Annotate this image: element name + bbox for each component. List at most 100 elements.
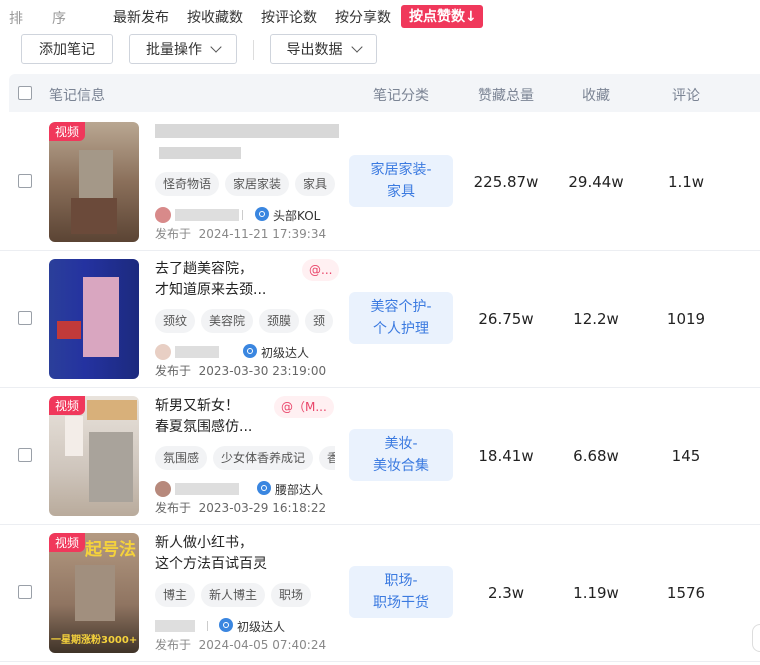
batch-operation-button[interactable]: 批量操作: [129, 34, 237, 64]
video-badge: 视频: [49, 122, 86, 141]
tag[interactable]: 职场: [271, 583, 312, 607]
author-info[interactable]: 初级达人: [155, 617, 355, 635]
note-title-line-1: 斩男又斩女！: [155, 398, 239, 414]
blurred-face: [83, 277, 119, 357]
author-separator: [242, 210, 243, 220]
tag[interactable]: 香: [319, 446, 335, 470]
author-info[interactable]: 腰部达人: [155, 480, 355, 498]
header-comments[interactable]: 评论: [672, 85, 700, 105]
category-chip: 美容个护- 个人护理: [349, 292, 453, 344]
tag[interactable]: 颈纹: [155, 309, 196, 333]
tag[interactable]: 新人博主: [201, 583, 266, 607]
note-title[interactable]: 新人做小红书， 这个方法百试百灵: [155, 533, 267, 575]
sort-label-char-1: 排: [9, 11, 23, 27]
category-line-2: 家具: [387, 184, 415, 200]
tag-list: 颈纹 美容院 颈膜颈: [155, 309, 335, 335]
blurred-title-line-1: [155, 124, 339, 138]
tag-list: 怪奇物语 家居家装 家具: [155, 172, 335, 198]
level-badge-icon: [219, 618, 233, 632]
avatar: [155, 207, 171, 223]
publish-datetime: 2024-11-21 17:39:34: [198, 227, 327, 241]
note-title-line-2: 春夏氛围感仿...: [155, 419, 253, 435]
category-chip: 家居家装- 家具: [349, 155, 453, 207]
tag[interactable]: 家居家装: [225, 172, 290, 196]
category-line-1: 美妆-: [384, 436, 418, 452]
export-data-button[interactable]: 导出数据: [270, 34, 377, 64]
tag[interactable]: 美容院: [201, 309, 254, 333]
note-title[interactable]: 去了趟美容院， 才知道原来去颈...: [155, 259, 266, 301]
tag-list: 氛围感 少女体香养成记香: [155, 446, 335, 472]
comments-count: 1576: [666, 584, 706, 602]
header-collects[interactable]: 收藏: [582, 85, 610, 105]
blurred-author-name: [175, 346, 219, 358]
header-total-likes-collects[interactable]: 赞藏总量: [478, 85, 534, 105]
tag[interactable]: 颈: [305, 309, 334, 333]
tag[interactable]: 怪奇物语: [155, 172, 220, 196]
mention-tag[interactable]: @（M...: [274, 396, 334, 418]
table-row[interactable]: 起号法 一星期涨粉3000+ 视频 新人做小红书， 这个方法百试百灵 博主 新人博主…: [0, 524, 760, 662]
note-thumbnail[interactable]: 起号法 一星期涨粉3000+ 视频: [49, 533, 139, 653]
sort-tab-collects[interactable]: 按收藏数: [187, 7, 243, 27]
collects-count: 12.2w: [573, 310, 619, 328]
chevron-down-icon: [210, 40, 222, 53]
publish-datetime: 2023-03-30 23:19:00: [198, 364, 327, 378]
table-header: 笔记信息 笔记分类 赞藏总量 收藏 评论: [9, 74, 760, 112]
sort-label-char-2: 序: [52, 11, 66, 27]
category-line-1: 美容个护-: [370, 299, 432, 315]
row-checkbox[interactable]: [18, 174, 32, 188]
select-all-checkbox[interactable]: [18, 86, 32, 100]
tag[interactable]: 颈膜: [259, 309, 300, 333]
sort-desc-arrow-icon: ↓: [465, 9, 477, 25]
publish-label: 发布于: [155, 501, 192, 515]
chevron-down-icon: [350, 40, 363, 53]
publish-label: 发布于: [155, 638, 192, 652]
header-note-info: 笔记信息: [49, 88, 105, 104]
add-note-button[interactable]: 添加笔记: [21, 34, 113, 64]
collects-count: 29.44w: [568, 173, 624, 191]
tag[interactable]: 博主: [155, 583, 196, 607]
row-checkbox[interactable]: [18, 311, 32, 325]
level-badge-icon: [243, 344, 257, 358]
thumbnail-overlay-text: [87, 400, 137, 420]
table-row[interactable]: 视频 怪奇物语 家居家装 家具 头部KOL 发布于 2024-11-21 17:39…: [0, 113, 760, 251]
sort-tab-likes-active[interactable]: 按点赞数↓: [401, 5, 483, 28]
sort-tab-latest[interactable]: 最新发布: [113, 7, 169, 27]
author-info[interactable]: 初级达人: [155, 343, 355, 361]
header-category[interactable]: 笔记分类: [373, 85, 429, 105]
row-checkbox[interactable]: [18, 448, 32, 462]
add-note-label: 添加笔记: [39, 42, 95, 58]
video-badge: 视频: [49, 533, 86, 552]
mention-tag[interactable]: @...: [302, 259, 340, 281]
note-thumbnail[interactable]: 视频: [49, 122, 139, 242]
category-line-2: 职场干货: [373, 595, 429, 611]
total-likes-collects: 18.41w: [478, 447, 534, 465]
comments-count: 145: [671, 447, 701, 465]
tag[interactable]: 氛围感: [155, 446, 208, 470]
tag[interactable]: 少女体香养成记: [213, 446, 314, 470]
blurred-author-name: [155, 620, 195, 632]
note-title-line-2: 这个方法百试百灵: [155, 556, 267, 572]
scroll-handle[interactable]: [752, 624, 760, 652]
thumbnail-figure: [65, 416, 83, 456]
sort-tab-shares[interactable]: 按分享数: [335, 7, 391, 27]
note-thumbnail[interactable]: [49, 259, 139, 379]
author-info[interactable]: 头部KOL: [155, 206, 355, 224]
note-title-line-1: 新人做小红书，: [155, 535, 253, 551]
publish-datetime: 2023-03-29 16:18:22: [198, 501, 327, 515]
note-title-line-2: 才知道原来去颈...: [155, 282, 267, 298]
table-row[interactable]: 去了趟美容院， 才知道原来去颈... @... 颈纹 美容院 颈膜颈 初级达人 发布于…: [0, 250, 760, 388]
total-likes-collects: 225.87w: [473, 173, 539, 191]
note-thumbnail[interactable]: 视频: [49, 396, 139, 516]
tag[interactable]: 家具: [295, 172, 335, 196]
sort-tab-comments[interactable]: 按评论数: [261, 7, 317, 27]
row-checkbox[interactable]: [18, 585, 32, 599]
tag-list: 博主 新人博主 职场: [155, 583, 335, 609]
author-level-badge: 头部KOL: [273, 209, 321, 223]
thumbnail-figure: [57, 321, 81, 339]
total-likes-collects: 2.3w: [487, 584, 525, 602]
category-line-2: 美妆合集: [373, 458, 429, 474]
table-row[interactable]: 视频 斩男又斩女！ 春夏氛围感仿... @（M... 氛围感 少女体香养成记香 腰部…: [0, 387, 760, 525]
avatar: [155, 344, 171, 360]
collects-count: 6.68w: [573, 447, 619, 465]
note-title[interactable]: 斩男又斩女！ 春夏氛围感仿...: [155, 396, 252, 438]
